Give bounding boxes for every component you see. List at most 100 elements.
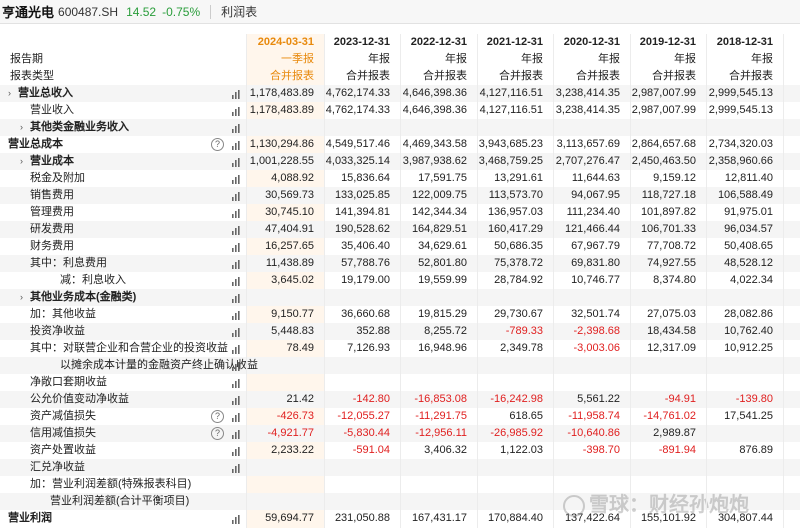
- row-label-text: 其他业务成本(金融类): [30, 291, 137, 303]
- bar-chart-icon[interactable]: [231, 225, 241, 235]
- row-label-text: 其中：对联营企业和合营企业的投资收益: [30, 342, 228, 354]
- row-label-text: 净敞口套期收益: [30, 376, 107, 388]
- row-label[interactable]: 信用减值损失?: [0, 425, 246, 442]
- row-label[interactable]: 营业收入: [0, 102, 246, 119]
- value-cell: [760, 272, 800, 289]
- help-icon[interactable]: ?: [211, 138, 224, 151]
- value-cell: -16,242.98: [490, 393, 543, 405]
- snowball-logo-icon: [563, 494, 585, 517]
- bar-chart-icon[interactable]: [231, 310, 241, 320]
- bar-chart-icon[interactable]: [231, 242, 241, 252]
- bar-chart-icon[interactable]: [231, 106, 241, 116]
- row-label[interactable]: 资产减值损失?: [0, 408, 246, 425]
- bar-chart-icon[interactable]: [231, 344, 241, 354]
- value-cell: 3,468,759.25: [478, 155, 543, 167]
- value-cell: 78.49: [286, 342, 314, 354]
- period-date-header[interactable]: 2023-12-31: [320, 34, 390, 51]
- bar-chart-icon[interactable]: [231, 174, 241, 184]
- row-label[interactable]: 以摊余成本计量的金融资产终止确认收益: [0, 357, 258, 374]
- value-cell: 113,573.70: [488, 189, 543, 201]
- row-label[interactable]: 加：营业利润差额(特殊报表科目): [0, 476, 246, 493]
- bar-chart-icon[interactable]: [231, 157, 241, 167]
- period-date-header[interactable]: 2024-03-31: [244, 34, 314, 51]
- value-cell: -789.33: [505, 325, 543, 337]
- value-cell: 74,927.55: [647, 257, 696, 269]
- bar-chart-icon[interactable]: [231, 140, 241, 150]
- chevron-right-icon[interactable]: ›: [20, 119, 23, 136]
- bar-chart-icon[interactable]: [231, 412, 241, 422]
- row-label[interactable]: 销售费用: [0, 187, 246, 204]
- row-label-text: 资产处置收益: [30, 444, 96, 456]
- statement-kind-header: 合并报表: [423, 70, 467, 82]
- column-divider: [630, 34, 631, 528]
- header-label-period: 报告期: [0, 51, 246, 68]
- tab-income-statement[interactable]: 利润表: [221, 3, 257, 20]
- row-label[interactable]: 研发费用: [0, 221, 246, 238]
- row-label-text: 信用减值损失: [30, 427, 96, 439]
- row-label[interactable]: 营业利润差额(合计平衡项目): [0, 493, 246, 510]
- row-label[interactable]: 资产处置收益: [0, 442, 246, 459]
- bar-chart-icon[interactable]: [231, 89, 241, 99]
- bar-chart-icon[interactable]: [231, 463, 241, 473]
- period-date-header[interactable]: 2020-12-31: [550, 34, 620, 51]
- value-cell: [473, 119, 543, 136]
- bar-chart-icon[interactable]: [231, 429, 241, 439]
- row-label[interactable]: 营业利润: [0, 510, 246, 527]
- row-label[interactable]: 其中：对联营企业和合营企业的投资收益: [0, 340, 246, 357]
- chevron-right-icon[interactable]: ›: [8, 85, 11, 102]
- row-label[interactable]: 减：利息收入: [0, 272, 246, 289]
- row-label[interactable]: 税金及附加: [0, 170, 246, 187]
- bar-chart-icon[interactable]: [231, 378, 241, 388]
- row-label-text: 营业总收入: [18, 87, 73, 99]
- period-date-header[interactable]: 2021-12-31: [473, 34, 543, 51]
- chevron-right-icon[interactable]: ›: [20, 153, 23, 170]
- chevron-right-icon[interactable]: ›: [20, 289, 23, 306]
- bar-chart-icon[interactable]: [231, 208, 241, 218]
- period-date-header[interactable]: 2022-12-31: [397, 34, 467, 51]
- bar-chart-icon[interactable]: [231, 293, 241, 303]
- bar-chart-icon[interactable]: [231, 259, 241, 269]
- stock-name[interactable]: 亨通光电: [2, 2, 54, 21]
- row-label[interactable]: 营业总成本?: [0, 136, 246, 153]
- row-label-text: 加：其他收益: [30, 308, 96, 320]
- bar-chart-icon[interactable]: [231, 361, 241, 371]
- row-label[interactable]: 净敞口套期收益: [0, 374, 246, 391]
- row-label[interactable]: › 其他业务成本(金融类): [0, 289, 246, 306]
- row-label[interactable]: 公允价值变动净收益: [0, 391, 246, 408]
- value-cell: 10,746.77: [571, 274, 620, 286]
- row-label[interactable]: 管理费用: [0, 204, 246, 221]
- row-label[interactable]: › 其他类金融业务收入: [0, 119, 246, 136]
- value-cell: -12,956.11: [415, 427, 467, 439]
- bar-chart-icon[interactable]: [231, 514, 241, 524]
- row-label[interactable]: 加：其他收益: [0, 306, 246, 323]
- row-label[interactable]: 投资净收益: [0, 323, 246, 340]
- row-label-text: 其他类金融业务收入: [30, 121, 129, 133]
- bar-chart-icon[interactable]: [231, 191, 241, 201]
- value-cell: [397, 289, 467, 306]
- value-cell: [473, 357, 543, 374]
- value-cell: -426.73: [276, 410, 314, 422]
- row-label[interactable]: › 营业成本: [0, 153, 246, 170]
- value-cell: [760, 340, 800, 357]
- row-label[interactable]: › 营业总收入: [0, 85, 246, 102]
- row-label[interactable]: 汇兑净收益: [0, 459, 246, 476]
- bar-chart-icon[interactable]: [231, 276, 241, 286]
- row-label[interactable]: 财务费用: [0, 238, 246, 255]
- value-cell: [760, 408, 800, 425]
- help-icon[interactable]: ?: [211, 410, 224, 423]
- value-cell: 35,406.40: [341, 240, 390, 252]
- bar-chart-icon[interactable]: [231, 446, 241, 456]
- period-date-header[interactable]: 2: [760, 34, 800, 51]
- help-icon[interactable]: ?: [211, 427, 224, 440]
- statement-kind-header: 合并报表: [652, 70, 696, 82]
- value-cell: 4,127,116.51: [479, 87, 543, 99]
- period-date-header[interactable]: 2019-12-31: [626, 34, 696, 51]
- bar-chart-icon[interactable]: [231, 395, 241, 405]
- value-cell: 231,050.88: [334, 512, 390, 524]
- value-cell: 101,897.82: [640, 206, 696, 218]
- value-cell: [760, 459, 800, 476]
- bar-chart-icon[interactable]: [231, 327, 241, 337]
- period-type-header: 年报: [598, 53, 620, 65]
- row-label[interactable]: 其中：利息费用: [0, 255, 246, 272]
- bar-chart-icon[interactable]: [231, 123, 241, 133]
